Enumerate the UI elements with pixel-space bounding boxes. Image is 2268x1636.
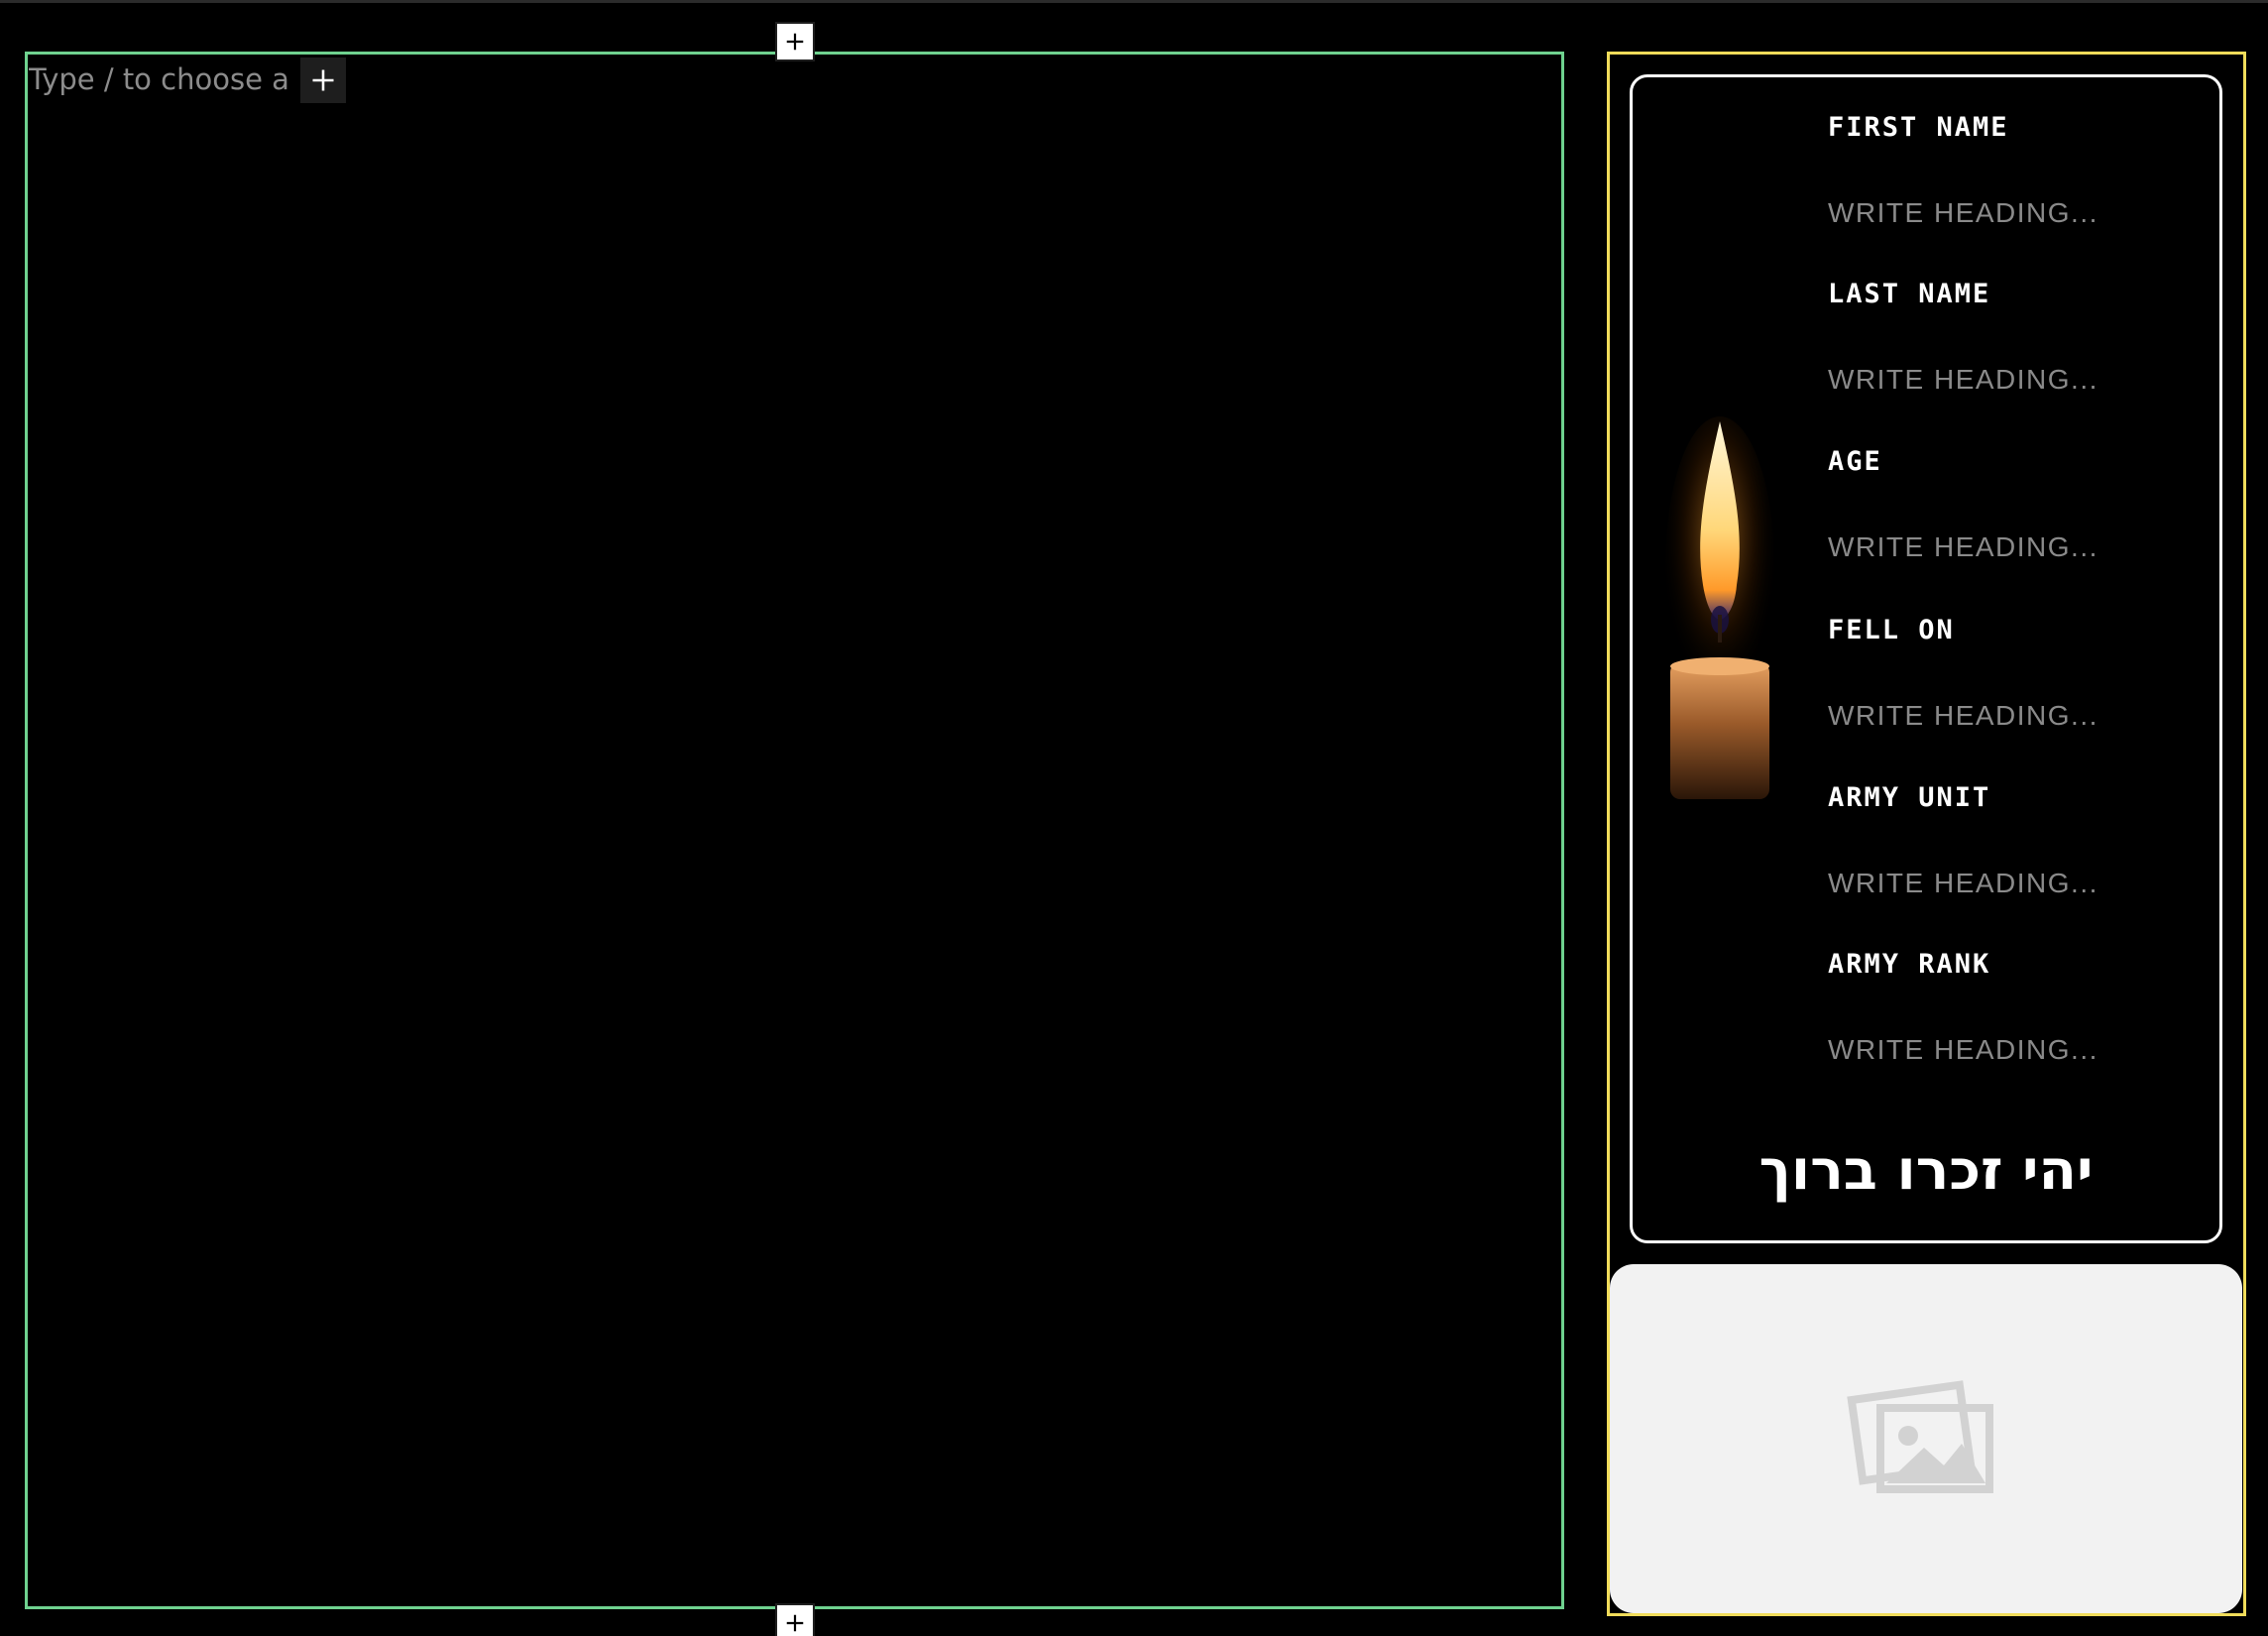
add-block-below-button[interactable] [775, 1603, 815, 1636]
last-name-label: LAST NAME [1828, 279, 1991, 309]
age-label: AGE [1828, 446, 1882, 477]
first-name-field[interactable]: WRITE HEADING... [1828, 197, 2098, 229]
army-rank-field[interactable]: WRITE HEADING... [1828, 1034, 2098, 1066]
fell-on-label: FELL ON [1828, 615, 1955, 645]
plus-icon [312, 69, 334, 91]
block-inserter-button[interactable] [300, 58, 346, 103]
plus-icon [786, 33, 804, 51]
editor-canvas: Type / to choose a bl FIRST NAME WRITE H… [0, 0, 2268, 1636]
plus-icon [786, 1614, 804, 1632]
army-rank-label: ARMY RANK [1828, 949, 1991, 980]
age-field[interactable]: WRITE HEADING... [1828, 531, 2098, 563]
memorial-blessing[interactable]: יהי זכרו ברוך [1630, 1138, 2222, 1203]
candle-icon [1665, 416, 1774, 803]
army-unit-field[interactable]: WRITE HEADING... [1828, 868, 2098, 899]
army-unit-label: ARMY UNIT [1828, 782, 1991, 813]
image-block-placeholder[interactable] [1610, 1264, 2242, 1613]
top-divider [0, 0, 2268, 3]
group-block-left[interactable] [25, 52, 1564, 1609]
fell-on-field[interactable]: WRITE HEADING... [1828, 700, 2098, 732]
image-placeholder-icon [1847, 1380, 1993, 1493]
paragraph-placeholder[interactable]: Type / to choose a bl [29, 58, 301, 101]
add-block-above-button[interactable] [775, 22, 815, 61]
first-name-label: FIRST NAME [1828, 112, 2009, 143]
last-name-field[interactable]: WRITE HEADING... [1828, 364, 2098, 396]
